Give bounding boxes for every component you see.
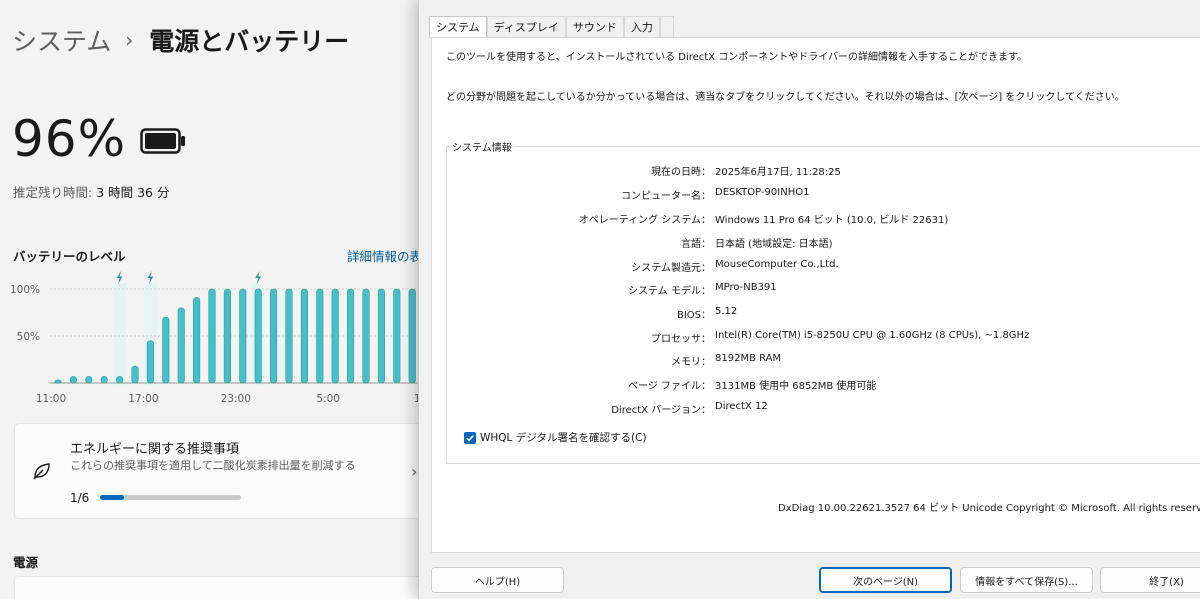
battery-level-bar xyxy=(177,307,185,384)
battery-icon xyxy=(140,128,185,154)
recommendations-count: 1/6 xyxy=(70,491,90,505)
x-tick-label: 11:00 xyxy=(36,393,66,405)
system-info-group: システム情報 現在の日時： 2025年6月17日, 11:28:25 コンピュー… xyxy=(446,139,1200,464)
battery-level-bar xyxy=(300,288,308,384)
battery-level-bar xyxy=(131,365,139,384)
recommendations-subtitle: これらの推奨事項を適用して二酸化炭素排出量を削減する xyxy=(70,459,356,472)
dxdiag-tab-strip: システム ディスプレイ サウンド 入力 xyxy=(429,16,674,38)
page-title: 電源とバッテリー xyxy=(149,27,350,56)
help-button[interactable]: ヘルプ(H) xyxy=(431,567,564,593)
info-value: 日本語 (地域設定: 日本語) xyxy=(715,239,833,250)
battery-level-bar xyxy=(162,316,170,384)
info-value: 5.12 xyxy=(715,306,738,317)
battery-percentage: 96% xyxy=(12,110,127,168)
battery-level-bar xyxy=(100,376,108,384)
x-tick-label: 5:00 xyxy=(316,393,340,405)
info-label: オペレーティング システム： xyxy=(578,215,711,226)
battery-level-bar xyxy=(193,297,201,384)
x-tick-label: 17:00 xyxy=(128,393,158,405)
settings-window: システム › 電源とバッテリー 96% 推定残り時間: 3 時間 36 分 バッ… xyxy=(0,0,418,599)
dxdiag-version-text: DxDiag 10.00.22621.3527 64 ビット Unicode C… xyxy=(778,503,1200,514)
battery-level-bar xyxy=(347,288,355,384)
battery-level-bar xyxy=(377,288,385,384)
info-value: DESKTOP-90INHO1 xyxy=(715,187,810,198)
info-label: 現在の日時： xyxy=(651,167,711,178)
battery-level-chart: 100%50%11:0017:0023:005:0011 xyxy=(10,271,418,405)
info-label: メモリ： xyxy=(671,357,711,368)
remaining-time-label: 推定残り時間: xyxy=(13,185,93,200)
battery-level-bar xyxy=(223,288,231,384)
leaf-icon xyxy=(33,463,50,480)
whql-checkbox-label: WHQL デジタル署名を確認する(C) xyxy=(480,432,647,444)
power-settings-card[interactable] xyxy=(14,576,418,599)
info-value: MouseComputer Co.,Ltd. xyxy=(715,259,839,270)
remaining-time: 推定残り時間: 3 時間 36 分 xyxy=(13,182,169,201)
battery-level-bar xyxy=(54,379,62,384)
battery-level-bar xyxy=(316,288,324,384)
info-value: 8192MB RAM xyxy=(715,353,782,364)
battery-level-bar xyxy=(270,288,278,384)
battery-level-bar xyxy=(116,376,124,384)
recommendations-progress-bar xyxy=(100,495,241,500)
info-value: MPro-NB391 xyxy=(715,282,777,293)
tab-system[interactable]: システム xyxy=(429,16,487,38)
breadcrumb: システム › 電源とバッテリー xyxy=(12,22,349,58)
battery-level-bar xyxy=(285,288,293,384)
info-value: 3131MB 使用中 6852MB 使用可能 xyxy=(715,381,877,392)
checkmark-icon xyxy=(466,434,474,441)
remaining-time-value: 3 時間 36 分 xyxy=(96,185,170,200)
y-tick-label: 100% xyxy=(10,284,40,296)
whql-checkbox[interactable] xyxy=(464,431,476,444)
intro-text-1: このツールを使用すると、インストールされている DirectX コンポーネントや… xyxy=(446,52,1028,63)
recommendations-progress-fill xyxy=(100,495,124,500)
recommendations-title: エネルギーに関する推奨事項 xyxy=(70,442,240,457)
breadcrumb-system-link[interactable]: システム xyxy=(12,22,111,58)
info-value: 2025年6月17日, 11:28:25 xyxy=(715,167,841,178)
info-label: プロセッサ： xyxy=(651,334,711,345)
x-tick-label: 23:00 xyxy=(221,393,251,405)
tab-strip-spacer xyxy=(659,16,674,37)
info-value: Intel(R) Core(TM) i5-8250U CPU @ 1.60GHz… xyxy=(715,330,1030,341)
exit-button[interactable]: 終了(X) xyxy=(1100,567,1200,593)
chevron-right-icon: › xyxy=(411,462,418,481)
battery-level-bar xyxy=(239,288,247,384)
next-page-button[interactable]: 次のページ(N) xyxy=(819,567,952,593)
tab-input[interactable]: 入力 xyxy=(623,16,660,37)
intro-text-2: どの分野が問題を起こしているか分かっている場合は、適当なタブをクリックしてくださ… xyxy=(446,92,1125,103)
battery-level-bar xyxy=(331,288,339,384)
breadcrumb-chevron-icon: › xyxy=(125,28,134,52)
info-value: DirectX 12 xyxy=(715,401,768,412)
y-tick-label: 50% xyxy=(17,331,40,343)
system-info-group-title: システム情報 xyxy=(450,139,514,154)
battery-level-bar xyxy=(146,340,154,384)
info-label: システム モデル： xyxy=(628,286,711,297)
info-label: BIOS： xyxy=(676,310,711,321)
charging-bolt-icon xyxy=(147,271,154,284)
info-label: 言語： xyxy=(681,239,711,250)
charging-band xyxy=(113,283,127,385)
info-label: ページ ファイル： xyxy=(628,381,711,392)
info-label: コンピューター名： xyxy=(621,191,711,202)
system-tab-panel: このツールを使用すると、インストールされている DirectX コンポーネントや… xyxy=(431,37,1200,553)
charging-bolt-icon xyxy=(116,271,123,284)
info-label: DirectX バージョン： xyxy=(611,405,711,416)
battery-level-bar xyxy=(254,288,262,384)
tab-sound[interactable]: サウンド xyxy=(565,16,624,37)
info-value: Windows 11 Pro 64 ビット (10.0, ビルド 22631) xyxy=(715,215,949,226)
battery-level-bar xyxy=(393,288,401,384)
battery-level-bar xyxy=(85,376,93,384)
save-all-info-button[interactable]: 情報をすべて保存(S)... xyxy=(960,567,1093,593)
whql-checkbox-row[interactable]: WHQL デジタル署名を確認する(C) xyxy=(464,430,647,445)
info-label: システム製造元： xyxy=(631,263,711,274)
battery-level-bar xyxy=(408,288,416,384)
tab-display[interactable]: ディスプレイ xyxy=(486,16,566,37)
battery-level-bar xyxy=(362,288,370,384)
energy-recommendations-card[interactable]: エネルギーに関する推奨事項 これらの推奨事項を適用して二酸化炭素排出量を削減する… xyxy=(14,423,418,519)
power-section-heading: 電源 xyxy=(13,555,39,570)
battery-level-bar xyxy=(208,288,216,384)
dxdiag-window: システム ディスプレイ サウンド 入力 このツールを使用すると、インストールされ… xyxy=(418,0,1200,599)
charging-bolt-icon xyxy=(255,271,262,284)
battery-level-bar xyxy=(69,376,77,384)
